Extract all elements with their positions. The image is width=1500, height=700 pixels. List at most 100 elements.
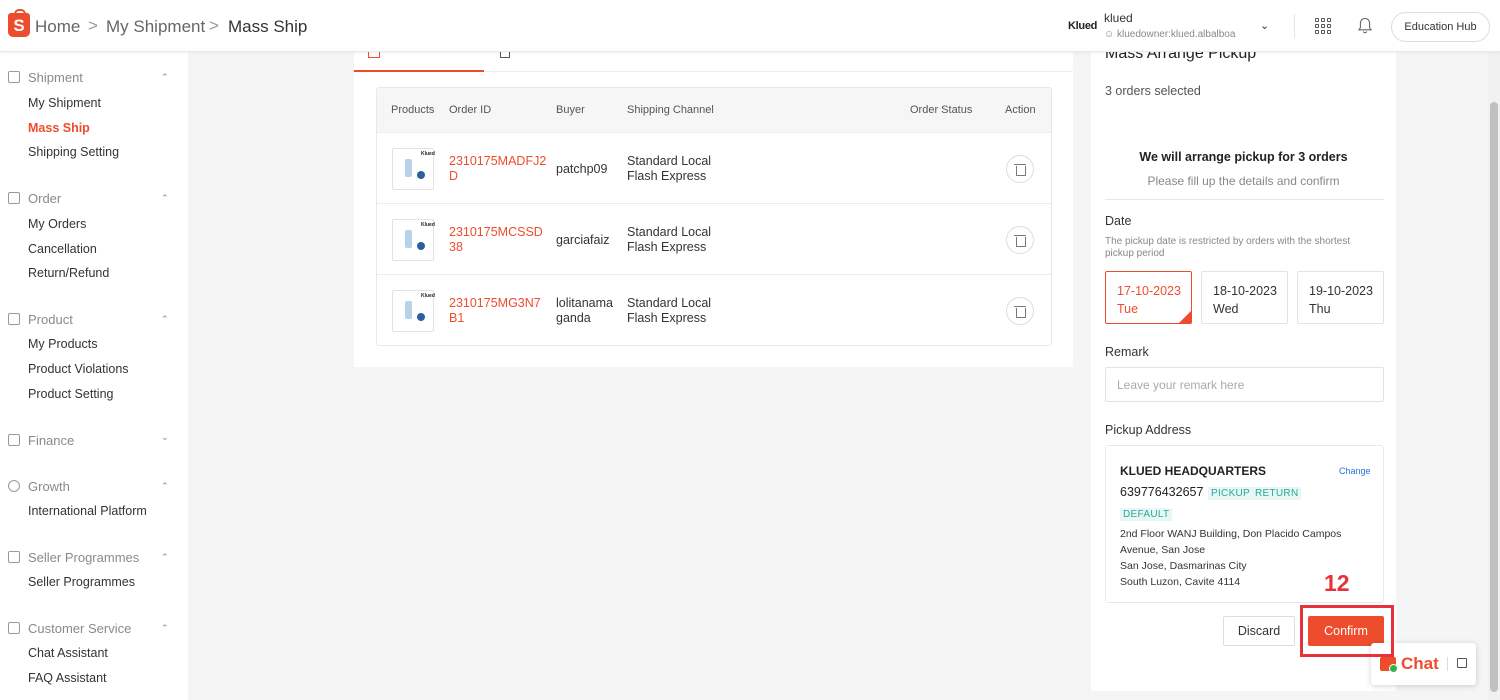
trash-icon[interactable] (1006, 297, 1034, 325)
thumbnail-label: Klued (421, 151, 435, 157)
order-id-link[interactable]: 2310175MG3N7B1 (449, 296, 549, 326)
buyer-name: lolitanamaganda (556, 296, 613, 325)
sidebar-group-finance[interactable]: Finance (8, 433, 74, 448)
sidebar-group-product[interactable]: Product (8, 312, 73, 327)
sidebar-item-product-violations[interactable]: Product Violations (28, 362, 129, 376)
sidebar-group-label: Product (28, 312, 73, 327)
date-text: 19-10-2023 (1309, 284, 1373, 298)
date-option-selected[interactable]: 17-10-2023 Tue (1105, 271, 1192, 324)
bell-icon[interactable] (1357, 17, 1373, 35)
sidebar-item-my-shipment[interactable]: My Shipment (28, 96, 101, 110)
fill-instructions: Please fill up the details and confirm (1147, 174, 1340, 188)
tag-pickup: PICKUP (1208, 487, 1254, 500)
table-header: Products Order ID Buyer Shipping Channel… (377, 88, 1051, 132)
chevron-up-icon[interactable]: ⌃ (161, 314, 169, 325)
sidebar-item-chat-assistant[interactable]: Chat Assistant (28, 646, 108, 660)
product-thumbnail[interactable]: Klued (392, 290, 435, 332)
column-header: Action (1005, 104, 1036, 116)
order-icon (8, 192, 20, 204)
user-icon: ☺ (1104, 29, 1115, 40)
sidebar-item-seller-programmes[interactable]: Seller Programmes (28, 575, 135, 589)
chevron-up-icon[interactable]: ⌃ (161, 481, 169, 492)
sidebar-group-order[interactable]: Order (8, 191, 61, 206)
sidebar-group-seller-programmes[interactable]: Seller Programmes (8, 550, 139, 565)
remark-input[interactable] (1105, 367, 1384, 402)
scrollbar-thumb[interactable] (1490, 102, 1498, 692)
date-text: 18-10-2023 (1213, 284, 1277, 298)
product-icon (8, 313, 20, 325)
order-id-link[interactable]: 2310175MADFJ2D (449, 154, 549, 184)
date-option[interactable]: 19-10-2023 Thu (1297, 271, 1384, 324)
discard-button[interactable]: Discard (1223, 616, 1295, 646)
sidebar-item-my-orders[interactable]: My Orders (28, 217, 86, 231)
apps-grid-icon[interactable] (1315, 18, 1331, 34)
sidebar-group-label: Order (28, 191, 62, 206)
product-thumbnail[interactable]: Klued (392, 148, 435, 190)
channel-line: Standard Local (627, 296, 712, 310)
shopee-logo[interactable]: S (8, 9, 30, 37)
seller-programmes-icon (8, 551, 20, 563)
column-header: Order ID (449, 104, 492, 116)
sidebar-item-cancellation[interactable]: Cancellation (28, 242, 97, 256)
education-hub-button[interactable]: Education Hub (1391, 12, 1490, 42)
sidebar-item-shipping-setting[interactable]: Shipping Setting (28, 145, 119, 159)
column-header: Products (391, 104, 435, 116)
day-text: Wed (1213, 302, 1239, 316)
chevron-right-icon: > (88, 16, 98, 35)
chat-icon (1380, 657, 1398, 673)
user-account-text: kluedowner:klued.albalboa (1117, 29, 1236, 40)
date-option[interactable]: 18-10-2023 Wed (1201, 271, 1288, 324)
sidebar-item-product-setting[interactable]: Product Setting (28, 387, 113, 401)
channel-line: Flash Express (627, 311, 707, 325)
pickup-address-label: Pickup Address (1105, 423, 1192, 437)
sidebar-group-label: Shipment (28, 70, 83, 85)
date-text: 17-10-2023 (1117, 284, 1181, 298)
table-row: Klued 2310175MCSSD38 garciafaiz Standard… (377, 203, 1051, 274)
sidebar-item-international-platform[interactable]: International Platform (28, 504, 147, 518)
chevron-down-icon[interactable]: ⌄ (1260, 19, 1269, 32)
scrollbar[interactable] (1488, 52, 1500, 700)
sidebar-group-label: Seller Programmes (28, 550, 140, 565)
address-line: San Jose, Dasmarinas City (1120, 560, 1247, 572)
shipment-icon (8, 71, 20, 83)
channel-line: Standard Local (627, 154, 712, 168)
tab-icon[interactable] (368, 52, 380, 58)
sidebar-item-mass-ship[interactable]: Mass Ship (28, 121, 90, 135)
user-account: ☺ kluedowner:klued.albalboa (1104, 29, 1235, 40)
order-id-link[interactable]: 2310175MCSSD38 (449, 225, 549, 255)
column-header: Shipping Channel (627, 104, 714, 116)
sidebar-group-shipment[interactable]: Shipment (8, 70, 83, 85)
sidebar-item-my-products[interactable]: My Products (28, 337, 97, 351)
channel-line: Flash Express (627, 240, 707, 254)
shipping-channel: Standard Local Flash Express (627, 154, 711, 184)
tag-return: RETURN (1252, 487, 1302, 500)
minimize-icon[interactable] (1457, 658, 1467, 668)
product-thumbnail[interactable]: Klued (392, 219, 435, 261)
chevron-up-icon[interactable]: ⌃ (161, 72, 169, 83)
shipping-channel: Standard Local Flash Express (627, 296, 711, 326)
trash-icon[interactable] (1006, 155, 1034, 183)
user-name[interactable]: klued (1104, 11, 1133, 25)
tab-icon[interactable] (500, 52, 510, 58)
chevron-down-icon[interactable]: ⌄ (161, 432, 169, 443)
chevron-up-icon[interactable]: ⌃ (161, 193, 169, 204)
chevron-right-icon: > (209, 16, 219, 35)
column-header: Order Status (910, 104, 973, 116)
date-note: The pickup date is restricted by orders … (1105, 236, 1351, 259)
trash-icon[interactable] (1006, 226, 1034, 254)
step-annotation-highlight (1300, 605, 1394, 657)
chevron-up-icon[interactable]: ⌃ (161, 623, 169, 634)
breadcrumb-my-shipment[interactable]: My Shipment (106, 17, 205, 37)
sidebar-item-faq-assistant[interactable]: FAQ Assistant (28, 671, 107, 685)
sidebar-group-growth[interactable]: Growth (8, 479, 70, 494)
shop-logo: Klued (1068, 20, 1098, 32)
breadcrumb-home[interactable]: Home (35, 17, 80, 37)
customer-service-icon (8, 622, 20, 634)
sidebar-group-customer-service[interactable]: Customer Service (8, 621, 131, 636)
chevron-up-icon[interactable]: ⌃ (161, 552, 169, 563)
sidebar-item-return-refund[interactable]: Return/Refund (28, 266, 109, 280)
table-row: Klued 2310175MG3N7B1 lolitanamaganda Sta… (377, 274, 1051, 345)
divider (1105, 199, 1384, 200)
buyer-name: garciafaiz (556, 233, 610, 247)
change-address-link[interactable]: Change (1339, 466, 1371, 476)
